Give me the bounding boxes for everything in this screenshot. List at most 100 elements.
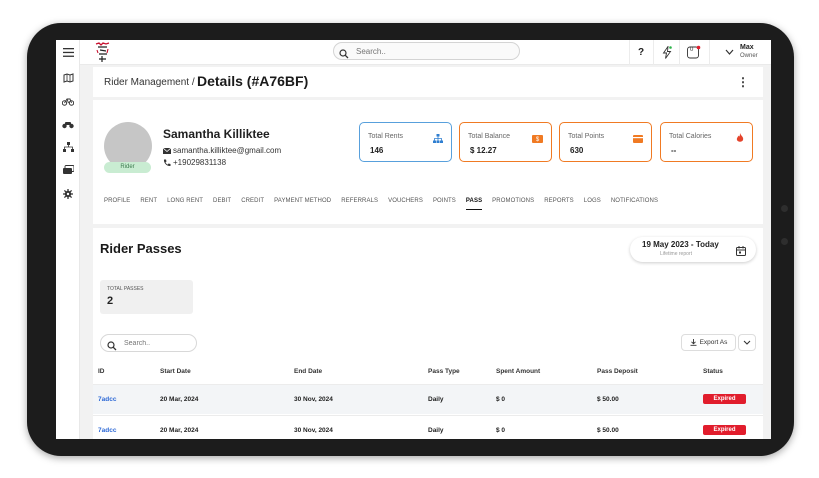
rider-phone-text: +19029831138 xyxy=(173,158,227,167)
column-header[interactable]: Pass Type xyxy=(428,368,460,375)
tab-referrals[interactable]: REFERRALS xyxy=(341,198,378,210)
help-label: ? xyxy=(637,46,645,58)
export-button[interactable]: Export As xyxy=(681,334,736,351)
passes-search-input[interactable] xyxy=(124,338,192,349)
stat-label: Total Rents xyxy=(368,133,404,140)
column-header[interactable]: Pass Deposit xyxy=(597,368,638,375)
stat-total-balance: Total Balance $ 12.27 $ xyxy=(459,122,552,162)
tab-pass[interactable]: PASS xyxy=(465,198,483,210)
passes-search[interactable] xyxy=(100,334,197,352)
stat-value: 630 xyxy=(570,146,584,155)
pass-id-link[interactable]: 7adcc xyxy=(98,427,116,434)
pass-id-link[interactable]: 7adcc xyxy=(98,396,116,403)
page-header: Rider Management / Details (#A76BF) ⋮ xyxy=(93,67,763,97)
rider-name: Samantha Killiktee xyxy=(163,127,270,141)
date-range-sub: Lifetime report xyxy=(660,251,692,257)
cards-icon[interactable] xyxy=(61,163,75,177)
stat-total-rents: Total Rents 146 xyxy=(359,122,452,162)
breadcrumb[interactable]: Rider Management / xyxy=(104,77,195,88)
search-icon xyxy=(339,46,349,64)
wallet-icon xyxy=(633,130,643,148)
column-header[interactable]: Status xyxy=(703,368,723,375)
tab-logs[interactable]: LOGS xyxy=(584,198,601,210)
user-menu-toggle[interactable] xyxy=(720,43,738,61)
spent-amount: $ 0 xyxy=(496,427,506,434)
tab-reports[interactable]: REPORTS xyxy=(544,198,574,210)
help-button[interactable]: ? xyxy=(632,43,650,61)
rider-email: samantha.killiktee@gmail.com xyxy=(163,146,281,155)
chevron-down-icon xyxy=(743,340,751,345)
role-badge: Rider xyxy=(104,162,151,173)
status-badge: Expired xyxy=(703,425,746,435)
tab-long-rent[interactable]: LONG RENT xyxy=(167,198,203,210)
global-search-input[interactable] xyxy=(356,45,506,58)
camera-dot xyxy=(781,238,788,245)
export-label: Export As xyxy=(699,339,728,346)
profile-card: Rider Samantha Killiktee samantha.killik… xyxy=(93,100,763,224)
app-screen: ? 0 Max Owner Rider Management / Details… xyxy=(56,40,771,439)
tab-rent[interactable]: RENT xyxy=(140,198,157,210)
more-options-icon[interactable]: ⋮ xyxy=(737,75,749,89)
stat-total-points: Total Points 630 xyxy=(559,122,652,162)
date-range-picker[interactable]: 19 May 2023 - Today Lifetime report xyxy=(630,237,756,262)
tab-profile[interactable]: PROFILE xyxy=(104,198,130,210)
network-icon[interactable] xyxy=(61,140,75,154)
tab-credit[interactable]: CREDIT xyxy=(241,198,264,210)
search-icon xyxy=(107,338,117,356)
gear-icon[interactable] xyxy=(61,187,75,201)
bicycle-icon[interactable] xyxy=(61,94,75,108)
column-header[interactable]: Start Date xyxy=(160,368,191,375)
camera-dot xyxy=(781,205,788,212)
spent-amount: $ 0 xyxy=(496,396,506,403)
tab-payment-method[interactable]: PAYMENT METHOD xyxy=(274,198,331,210)
total-passes-box: TOTAL PASSES 2 xyxy=(100,280,193,314)
start-date: 20 Mar, 2024 xyxy=(160,427,199,434)
topbar: ? 0 Max Owner xyxy=(80,40,771,65)
tab-notifications[interactable]: NOTIFICATIONS xyxy=(611,198,658,210)
tab-vouchers[interactable]: VOUCHERS xyxy=(388,198,423,210)
table-row[interactable]: 7adcc 20 Mar, 2024 30 Nov, 2024 Daily $ … xyxy=(93,384,763,414)
download-icon xyxy=(690,339,697,346)
table-header: ID Start Date End Date Pass Type Spent A… xyxy=(93,361,763,383)
page-title: Details (#A76BF) xyxy=(197,73,309,89)
stat-label: Total Balance xyxy=(468,133,511,140)
fire-icon xyxy=(736,130,744,148)
table-row[interactable]: 7adcc 20 Mar, 2024 30 Nov, 2024 Daily $ … xyxy=(93,415,763,439)
rider-phone: +19029831138 xyxy=(163,158,226,167)
global-search[interactable] xyxy=(333,42,520,60)
column-header[interactable]: Spent Amount xyxy=(496,368,540,375)
detail-tabs: PROFILE RENT LONG RENT DEBIT CREDIT PAYM… xyxy=(104,198,668,210)
total-passes-value: 2 xyxy=(107,295,114,307)
rider-email-text: samantha.killiktee@gmail.com xyxy=(173,146,282,155)
chevron-down-icon xyxy=(725,49,733,55)
lightning-button[interactable] xyxy=(658,43,676,61)
phone-icon xyxy=(163,159,171,166)
divider xyxy=(629,40,630,65)
lightning-icon xyxy=(662,45,672,59)
tab-promotions[interactable]: PROMOTIONS xyxy=(492,198,534,210)
total-passes-label: TOTAL PASSES xyxy=(107,286,144,292)
divider xyxy=(653,40,654,65)
tab-debit[interactable]: DEBIT xyxy=(213,198,231,210)
date-range: 19 May 2023 - Today xyxy=(642,240,719,249)
stat-total-calories: Total Calories -- xyxy=(660,122,753,162)
pass-deposit: $ 50.00 xyxy=(597,396,619,403)
column-header[interactable]: End Date xyxy=(294,368,322,375)
money-icon: $ xyxy=(532,130,543,148)
notification-count: 0 xyxy=(690,47,694,53)
hierarchy-icon xyxy=(433,130,443,148)
divider xyxy=(679,40,680,65)
pass-type: Daily xyxy=(428,427,444,434)
rider-passes-card: Rider Passes 19 May 2023 - Today Lifetim… xyxy=(93,228,763,439)
stat-value: $ 12.27 xyxy=(470,146,497,155)
export-dropdown-button[interactable] xyxy=(738,334,756,351)
sidebar xyxy=(56,40,80,439)
user-role: Owner xyxy=(740,53,758,59)
tab-points[interactable]: POINTS xyxy=(433,198,456,210)
menu-icon[interactable] xyxy=(61,45,75,59)
column-header[interactable]: ID xyxy=(98,368,105,375)
scooter-icon[interactable] xyxy=(61,117,75,131)
divider xyxy=(709,40,710,65)
map-icon[interactable] xyxy=(61,71,75,85)
notifications-button[interactable]: 0 xyxy=(684,43,702,61)
